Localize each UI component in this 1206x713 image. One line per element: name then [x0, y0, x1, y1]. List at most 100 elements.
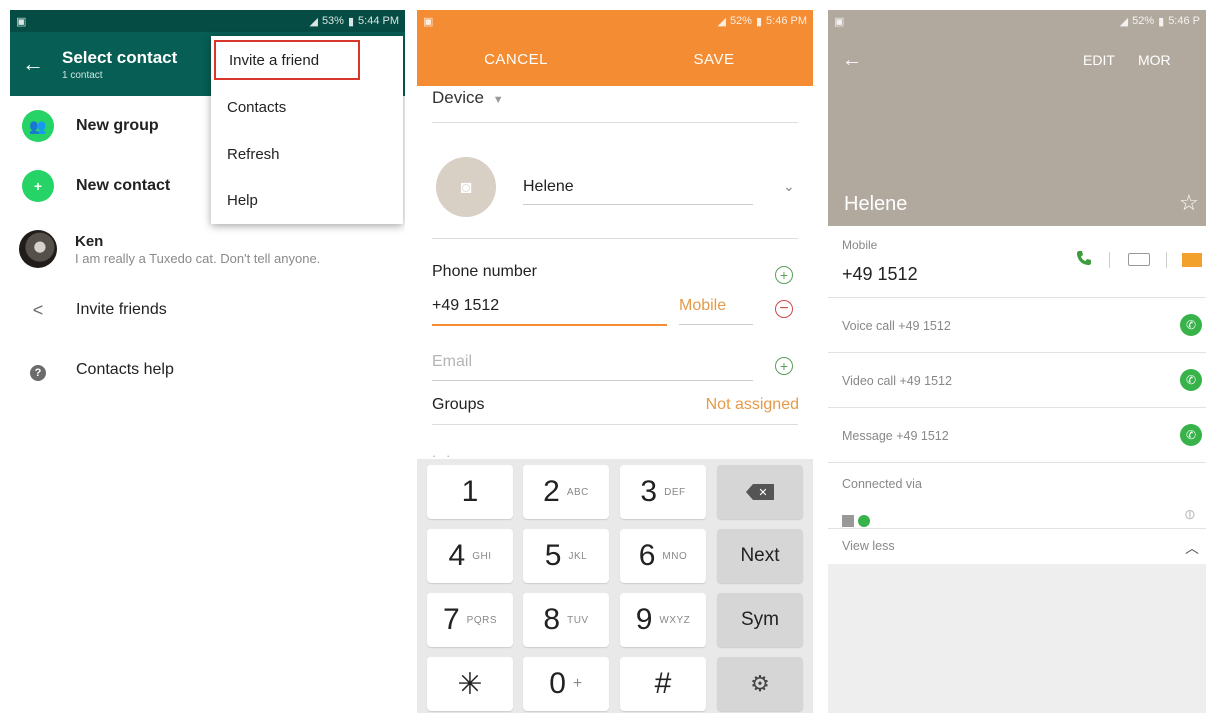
edit-button[interactable]: EDIT	[1083, 52, 1115, 68]
numeric-keypad: 1 2 ABC 3 DEF ✕ 4 GHI 5 JKL 6 MNO Next 7 PQRS …	[417, 459, 813, 713]
voice-call-row[interactable]: Voice call +49 1512 ✆	[828, 298, 1206, 353]
key-5[interactable]: 5 JKL	[523, 529, 609, 583]
notification-icon: ▣	[834, 15, 845, 28]
dropdown-arrow-icon: ▼	[492, 94, 504, 106]
key-star[interactable]: ✳	[427, 657, 513, 711]
phone-type-selector[interactable]: Mobile	[679, 297, 726, 315]
key-9[interactable]: 9 WXYZ	[620, 593, 706, 647]
sim-card-icon	[842, 515, 854, 527]
contact-details-screen: ▣ ◢ 52% ▮ 5:46 P ← EDIT MOR Helene ☆ Mob…	[828, 10, 1206, 713]
backspace-icon: ✕	[746, 484, 774, 500]
remove-phone-icon[interactable]: −	[775, 300, 793, 318]
connected-via-label: Connected via	[842, 477, 922, 491]
groups-value[interactable]: Not assigned	[706, 396, 799, 414]
key-1[interactable]: 1	[427, 465, 513, 519]
whatsapp-select-contact-screen: ▣ ◢ 53% ▮ 5:44 PM ← Select contact 1 con…	[10, 10, 405, 713]
add-phone-icon[interactable]: +	[775, 266, 793, 284]
new-contact-label: New contact	[76, 177, 171, 194]
key-3[interactable]: 3 DEF	[620, 465, 706, 519]
sym-key[interactable]: Sym	[717, 593, 803, 647]
screenshot-collage: ▣ ◢ 53% ▮ 5:44 PM ← Select contact 1 con…	[0, 0, 1206, 713]
message-label: Message +49 1512	[842, 429, 949, 443]
status-bar: ▣ ◢ 52% ▮ 5:46 PM	[417, 10, 813, 32]
video-call-icon[interactable]	[1128, 253, 1150, 266]
toolbar: ▣ ◢ 52% ▮ 5:46 PM CANCEL SAVE	[417, 10, 813, 86]
mobile-label: Mobile	[842, 238, 878, 252]
list-item-contact-ken[interactable]: Ken I am really a Tuxedo cat. Don't tell…	[10, 224, 405, 274]
message-row[interactable]: Message +49 1512 ✆	[828, 408, 1206, 463]
overflow-menu: Invite a friend Contacts Refresh Help	[211, 36, 403, 224]
chevron-down-icon[interactable]: ⌄	[783, 178, 795, 195]
add-contact-icon: +	[22, 170, 54, 202]
key-7[interactable]: 7 PQRS	[427, 593, 513, 647]
key-0[interactable]: 0 +	[523, 657, 609, 711]
more-button[interactable]: MOR	[1138, 52, 1171, 68]
list-item-contacts-help[interactable]: ? Contacts help	[10, 350, 405, 390]
whatsapp-icon[interactable]: ✆	[1180, 424, 1202, 446]
phone-underline	[432, 324, 667, 326]
view-less-row[interactable]: View less	[828, 529, 1206, 564]
key-6[interactable]: 6 MNO	[620, 529, 706, 583]
key-4[interactable]: 4 GHI	[427, 529, 513, 583]
backspace-key[interactable]: ✕	[717, 465, 803, 519]
settings-key[interactable]: ⚙	[717, 657, 803, 711]
clock: 5:46 PM	[766, 15, 807, 27]
email-underline	[432, 380, 753, 381]
message-icon[interactable]	[1182, 253, 1202, 267]
back-arrow-icon[interactable]: ←	[22, 51, 62, 77]
menu-item-help[interactable]: Help	[211, 180, 403, 220]
battery-level: 52%	[1132, 15, 1155, 27]
notification-icon: ▣	[16, 15, 27, 28]
menu-item-invite-a-friend[interactable]: Invite a friend	[214, 40, 360, 80]
key-hash[interactable]: #	[620, 657, 706, 711]
key-2[interactable]: 2 ABC	[523, 465, 609, 519]
battery-icon: ▮	[1158, 15, 1165, 28]
app-bar: ← EDIT MOR	[828, 40, 1206, 80]
account-selector[interactable]: Device ▼	[432, 88, 504, 108]
battery-icon: ▮	[755, 15, 763, 28]
video-call-row[interactable]: Video call +49 1512 ✆	[828, 353, 1206, 408]
action-bar: CANCEL SAVE	[417, 32, 813, 86]
key-8[interactable]: 8 TUV	[523, 593, 609, 647]
status-bar: ▣ ◢ 52% ▮ 5:46 P	[828, 10, 1206, 32]
next-key[interactable]: Next	[717, 529, 803, 583]
group-icon: 👥	[22, 110, 54, 142]
phone-field[interactable]: +49 1512	[432, 297, 499, 315]
phone-number-label: Phone number	[432, 263, 537, 280]
name-field[interactable]: Helene	[523, 178, 574, 196]
new-group-label: New group	[76, 117, 159, 134]
contact-name: Ken	[75, 232, 104, 250]
back-arrow-icon[interactable]: ←	[842, 49, 862, 72]
whatsapp-icon	[858, 515, 870, 527]
star-icon[interactable]: ☆	[1179, 190, 1199, 216]
voice-call-label: Voice call +49 1512	[842, 319, 951, 333]
mobile-row: Mobile +49 1512	[828, 226, 1206, 298]
whatsapp-icon[interactable]: ✆	[1180, 369, 1202, 391]
camera-icon[interactable]: ◙	[436, 157, 496, 217]
mobile-number[interactable]: +49 1512	[842, 264, 918, 285]
view-less-label: View less	[842, 539, 895, 553]
groups-label: Groups	[432, 396, 485, 413]
battery-level: 52%	[729, 15, 752, 27]
list-item-invite-friends[interactable]: < Invite friends	[10, 290, 405, 330]
menu-item-refresh[interactable]: Refresh	[211, 134, 403, 174]
save-button[interactable]: SAVE	[615, 51, 813, 68]
email-field[interactable]: Email	[432, 353, 472, 371]
cancel-button[interactable]: CANCEL	[417, 51, 615, 68]
help-icon: ?	[30, 364, 46, 381]
divider	[432, 238, 798, 239]
menu-item-contacts[interactable]: Contacts	[211, 87, 403, 127]
account-label: Device	[432, 88, 484, 107]
divider	[1109, 252, 1110, 268]
divider	[432, 424, 798, 425]
battery-icon: ▮	[347, 15, 355, 28]
contact-count: 1 contact	[62, 69, 103, 81]
whatsapp-icon[interactable]: ✆	[1180, 314, 1202, 336]
phone-icon[interactable]	[1076, 250, 1092, 266]
chevron-up-icon[interactable]: ︿	[1185, 538, 1199, 558]
signal-icon: ◢	[309, 15, 318, 28]
add-email-icon[interactable]: +	[775, 357, 793, 375]
connected-via-row: Connected via	[828, 463, 1206, 529]
contact-status: I am really a Tuxedo cat. Don't tell any…	[75, 250, 321, 266]
page-title: Select contact	[62, 47, 178, 67]
